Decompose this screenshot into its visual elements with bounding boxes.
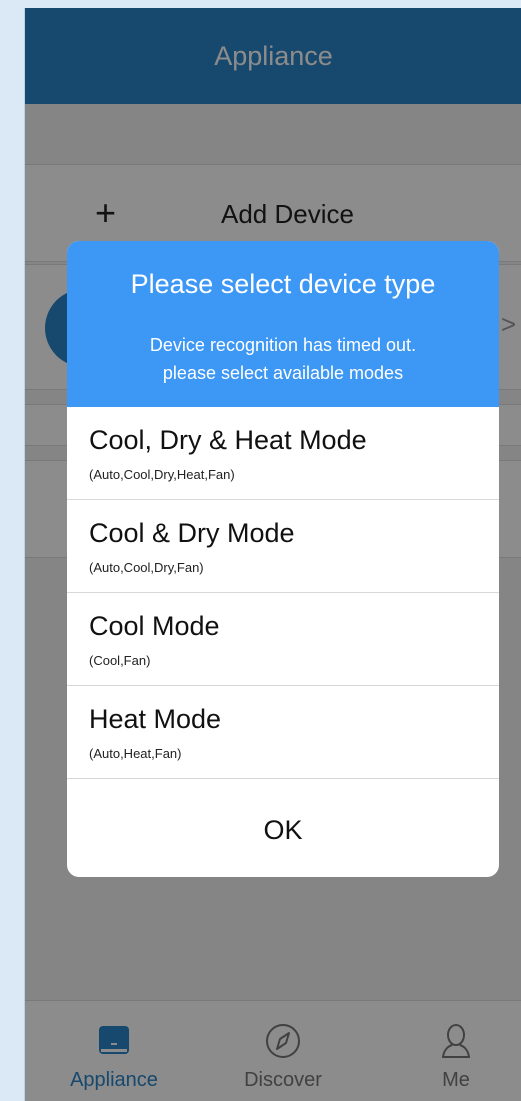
device-type-dialog: Please select device type Device recogni… bbox=[67, 241, 499, 877]
dialog-header: Please select device type Device recogni… bbox=[67, 241, 499, 407]
app-frame: Appliance + Add Device > Appliance Disco… bbox=[24, 8, 521, 1101]
dialog-title: Please select device type bbox=[130, 269, 436, 299]
ok-button-label: OK bbox=[263, 814, 303, 845]
option-cool[interactable]: Cool Mode (Cool,Fan) bbox=[67, 593, 499, 686]
option-heat[interactable]: Heat Mode (Auto,Heat,Fan) bbox=[67, 686, 499, 779]
option-name: Cool, Dry & Heat Mode bbox=[89, 425, 367, 455]
option-cool-dry-heat[interactable]: Cool, Dry & Heat Mode (Auto,Cool,Dry,Hea… bbox=[67, 407, 499, 500]
option-modes: (Auto,Cool,Dry,Heat,Fan) bbox=[89, 467, 235, 482]
ok-button[interactable]: OK bbox=[67, 783, 499, 877]
dialog-message: Device recognition has timed out. please… bbox=[67, 331, 499, 387]
dialog-message-line2: please select available modes bbox=[162, 363, 404, 383]
option-modes: (Cool,Fan) bbox=[89, 653, 151, 668]
option-cool-dry[interactable]: Cool & Dry Mode (Auto,Cool,Dry,Fan) bbox=[67, 500, 499, 593]
option-name: Cool & Dry Mode bbox=[89, 518, 295, 548]
option-modes: (Auto,Cool,Dry,Fan) bbox=[89, 560, 204, 575]
option-modes: (Auto,Heat,Fan) bbox=[89, 746, 182, 761]
option-name: Heat Mode bbox=[89, 704, 222, 734]
option-name: Cool Mode bbox=[89, 611, 220, 641]
dialog-message-line1: Device recognition has timed out. bbox=[149, 335, 417, 355]
